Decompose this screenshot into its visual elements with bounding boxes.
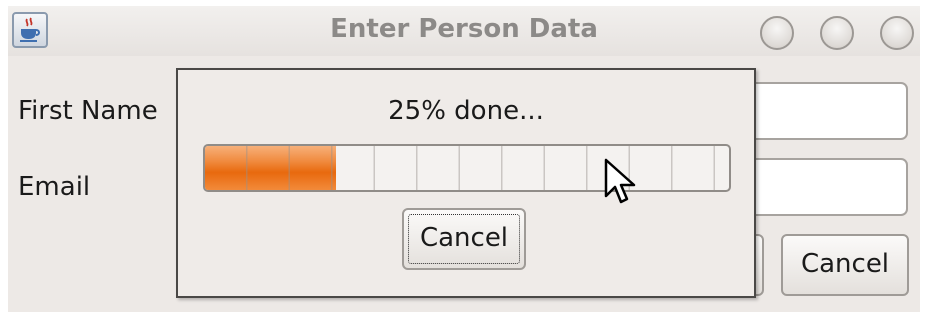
person-data-window: Enter Person Data First Name Email Cance…	[8, 6, 920, 312]
minimize-button[interactable]	[760, 16, 794, 50]
progress-status-text: 25% done...	[388, 96, 544, 126]
email-label: Email	[18, 172, 91, 202]
close-button[interactable]	[880, 16, 914, 50]
form-cancel-button[interactable]: Cancel	[781, 234, 909, 296]
progress-dialog: 25% done... Cancel	[176, 68, 756, 298]
progress-cancel-button[interactable]: Cancel	[402, 208, 526, 270]
title-bar[interactable]: Enter Person Data	[8, 6, 920, 56]
progress-bar-segments	[205, 146, 729, 190]
maximize-button[interactable]	[820, 16, 854, 50]
first-name-label: First Name	[18, 96, 158, 126]
focus-ring	[408, 214, 520, 264]
mouse-pointer-icon	[604, 158, 638, 214]
progress-bar	[203, 144, 731, 192]
